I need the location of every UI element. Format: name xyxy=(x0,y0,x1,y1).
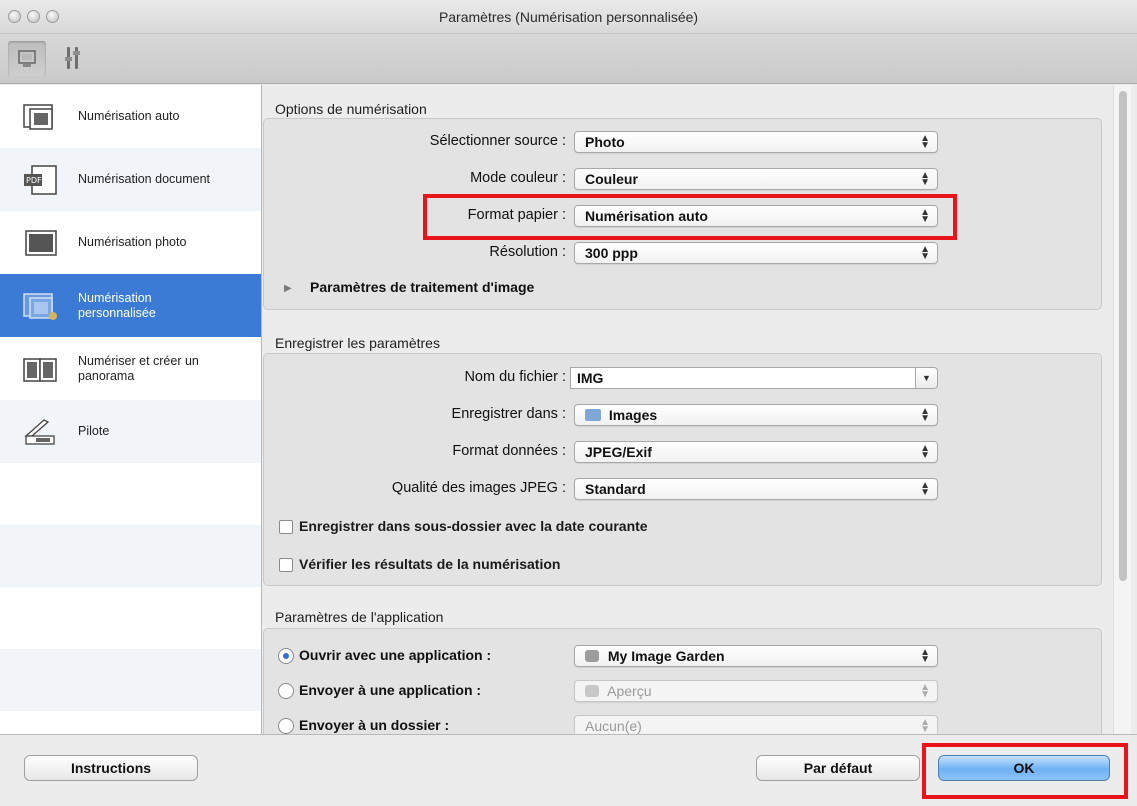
sidebar-item-auto-scan[interactable]: Numérisation auto xyxy=(0,85,261,148)
sidebar-item-custom-scan[interactable]: Numérisation personnalisée xyxy=(0,274,261,337)
sidebar-item-label: Numérisation document xyxy=(78,172,211,186)
sidebar-item-photo-scan[interactable]: Numérisation photo xyxy=(0,211,261,274)
sidebar-item-label: Numériser et créer un panorama xyxy=(78,353,199,383)
scan-settings-icon xyxy=(18,50,36,67)
sidebar-item-label: Numérisation auto xyxy=(78,109,180,123)
auto-scan-icon xyxy=(20,100,62,134)
jpeg-quality-select[interactable]: Standard ▲ ▼ xyxy=(574,478,938,500)
subfolder-checkbox-label[interactable]: Enregistrer dans sous-dossier avec la da… xyxy=(299,518,648,534)
send-to-app-select[interactable]: Aperçu ▲ ▼ xyxy=(574,680,938,702)
custom-scan-icon xyxy=(20,289,62,323)
color-mode-select[interactable]: Couleur ▲ ▼ xyxy=(574,168,938,190)
scrollbar-thumb[interactable] xyxy=(1119,91,1127,581)
send-to-folder-value: Aucun(e) xyxy=(585,718,642,734)
filename-input[interactable]: IMG xyxy=(570,367,916,389)
document-scan-icon: PDF xyxy=(20,163,62,197)
default-button[interactable]: Par défaut xyxy=(756,755,920,781)
window-title: Paramètres (Numérisation personnalisée) xyxy=(438,9,699,25)
check-results-checkbox[interactable] xyxy=(279,558,293,572)
tab-general-settings[interactable] xyxy=(54,41,92,77)
save-in-label: Enregistrer dans : xyxy=(451,406,566,422)
sidebar-item-label: Numérisation photo xyxy=(78,235,187,249)
color-mode-value: Couleur xyxy=(585,171,638,187)
driver-icon xyxy=(20,415,62,449)
send-to-folder-label[interactable]: Envoyer à un dossier : xyxy=(299,717,449,733)
sidebar-empty-row xyxy=(0,525,261,587)
photo-scan-icon xyxy=(20,226,62,260)
select-arrows-icon: ▲ ▼ xyxy=(920,480,930,498)
open-with-app-radio[interactable] xyxy=(278,648,294,664)
tab-scan-settings[interactable] xyxy=(8,41,46,77)
source-select[interactable]: Photo ▲ ▼ xyxy=(574,131,938,153)
sidebar-empty-row xyxy=(0,463,261,525)
select-arrows-icon: ▲ ▼ xyxy=(920,244,930,262)
send-to-app-value: Aperçu xyxy=(607,683,652,699)
paper-size-highlight xyxy=(423,194,957,240)
source-label: Sélectionner source : xyxy=(429,133,566,149)
select-arrows-icon: ▲ ▼ xyxy=(920,406,930,424)
jpeg-quality-label: Qualité des images JPEG : xyxy=(391,480,566,496)
app-settings-group: Ouvrir avec une application : My Image G… xyxy=(263,628,1102,734)
sidebar-item-label: Pilote xyxy=(78,424,110,438)
svg-text:PDF: PDF xyxy=(26,176,42,185)
general-settings-icon xyxy=(65,47,80,69)
select-arrows-icon: ▲ ▼ xyxy=(920,647,930,665)
sidebar-empty-row xyxy=(0,587,261,649)
subfolder-checkbox[interactable] xyxy=(279,520,293,534)
select-arrows-icon: ▲ ▼ xyxy=(920,717,930,735)
open-with-app-select[interactable]: My Image Garden ▲ ▼ xyxy=(574,645,938,667)
open-with-app-value: My Image Garden xyxy=(607,648,725,664)
data-format-label: Format données : xyxy=(452,443,566,459)
select-arrows-icon: ▲ ▼ xyxy=(920,170,930,188)
filename-label: Nom du fichier : xyxy=(464,369,566,385)
instructions-button[interactable]: Instructions xyxy=(24,755,198,781)
disclosure-triangle-icon[interactable]: ▶ xyxy=(284,283,292,294)
select-arrows-icon: ▲ ▼ xyxy=(920,133,930,151)
title-bar: Paramètres (Numérisation personnalisée) xyxy=(0,0,1137,34)
color-mode-label: Mode couleur : xyxy=(470,170,566,186)
ok-button-highlight xyxy=(922,743,1128,799)
sidebar-item-panorama[interactable]: Numériser et créer un panorama xyxy=(0,337,261,400)
select-arrows-icon: ▲ ▼ xyxy=(920,443,930,461)
sidebar-empty-row xyxy=(0,649,261,711)
sidebar-item-document-scan[interactable]: PDF Numérisation document xyxy=(0,148,261,211)
resolution-label: Résolution : xyxy=(489,244,566,260)
sidebar: Numérisation auto PDF Numérisation docum… xyxy=(0,85,262,734)
filename-dropdown-button[interactable]: ▼ xyxy=(916,367,938,389)
resolution-select[interactable]: 300 ppp ▲ ▼ xyxy=(574,242,938,264)
save-settings-group: Nom du fichier : IMG ▼ Enregistrer dans … xyxy=(263,353,1102,586)
open-with-app-label[interactable]: Ouvrir avec une application : xyxy=(299,647,491,663)
folder-icon xyxy=(585,409,601,421)
save-settings-heading: Enregistrer les paramètres xyxy=(275,335,440,351)
image-processing-toggle[interactable]: Paramètres de traitement d'image xyxy=(310,279,534,295)
panorama-icon xyxy=(20,352,62,386)
send-to-app-label[interactable]: Envoyer à une application : xyxy=(299,682,481,698)
app-icon xyxy=(585,685,599,697)
data-format-select[interactable]: JPEG/Exif ▲ ▼ xyxy=(574,441,938,463)
resolution-value: 300 ppp xyxy=(585,245,638,261)
send-to-folder-radio[interactable] xyxy=(278,718,294,734)
send-to-folder-select[interactable]: Aucun(e) ▲ ▼ xyxy=(574,715,938,734)
data-format-value: JPEG/Exif xyxy=(585,444,652,460)
save-in-select[interactable]: Images ▲ ▼ xyxy=(574,404,938,426)
settings-window: Paramètres (Numérisation personnalisée) xyxy=(0,0,1137,806)
select-arrows-icon: ▲ ▼ xyxy=(920,682,930,700)
sidebar-item-label: Numérisation personnalisée xyxy=(78,290,156,320)
app-icon xyxy=(585,650,599,662)
source-value: Photo xyxy=(585,134,625,150)
content-scrollbar[interactable] xyxy=(1113,85,1131,734)
app-settings-heading: Paramètres de l'application xyxy=(275,609,444,625)
check-results-checkbox-label[interactable]: Vérifier les résultats de la numérisatio… xyxy=(299,556,560,572)
settings-content: Options de numérisation Sélectionner sou… xyxy=(263,85,1137,734)
save-in-value: Images xyxy=(608,407,658,423)
scan-options-heading: Options de numérisation xyxy=(275,101,427,117)
jpeg-quality-value: Standard xyxy=(585,481,646,497)
sidebar-item-driver[interactable]: Pilote xyxy=(0,400,261,463)
send-to-app-radio[interactable] xyxy=(278,683,294,699)
toolbar xyxy=(0,34,1137,84)
